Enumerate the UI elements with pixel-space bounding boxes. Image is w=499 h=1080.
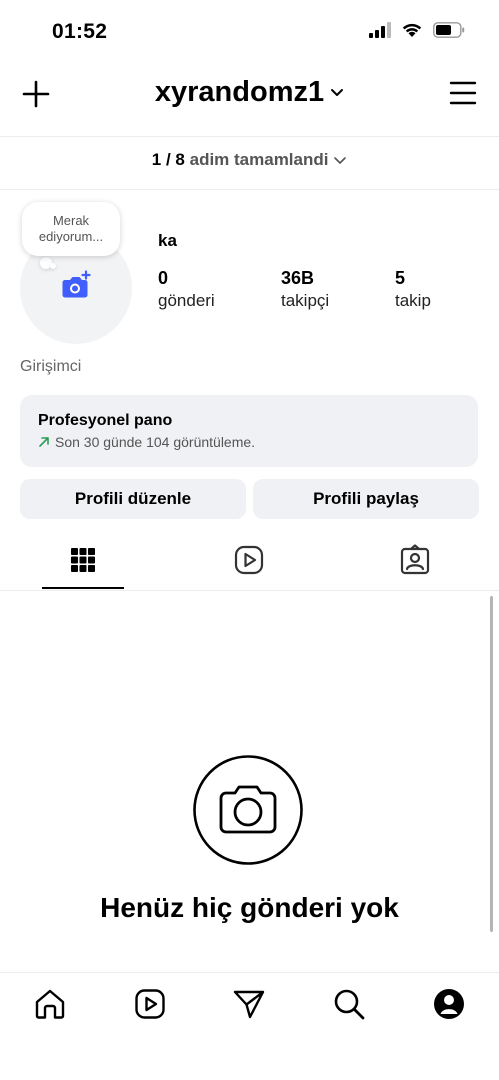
camera-icon: [193, 755, 303, 865]
dashboard-subtitle: Son 30 günde 104 görüntüleme.: [55, 434, 256, 450]
note-line-2: ediyorum...: [38, 229, 104, 244]
stat-followers-label: takipçi: [281, 291, 330, 310]
trend-up-arrow-icon: [39, 437, 49, 447]
chevron-down-icon: [334, 156, 347, 164]
stat-followers-value: 36B: [281, 268, 315, 288]
steps-label: adim tamamlandi: [189, 150, 329, 169]
status-time: 01:52: [52, 20, 108, 43]
note-line-1: Merak: [52, 213, 90, 228]
add-photo-camera-icon[interactable]: [60, 270, 92, 302]
stat-following-value: 5: [395, 268, 406, 288]
stat-posts[interactable]: 0 gönderi: [158, 268, 215, 311]
home-icon[interactable]: [33, 987, 67, 1021]
chevron-down-icon: [331, 89, 344, 97]
wifi-icon: [402, 23, 422, 37]
battery-icon: [433, 22, 465, 38]
search-icon[interactable]: [332, 987, 366, 1021]
edit-profile-button[interactable]: Profili düzenle: [20, 479, 246, 519]
profile-icon[interactable]: [432, 987, 466, 1021]
reels-icon[interactable]: [233, 544, 265, 576]
note-bubble-tail-small: [50, 263, 56, 269]
tab-active-indicator: [42, 587, 124, 589]
profile-category: Girişimci: [20, 358, 82, 375]
tabs-divider: [0, 590, 499, 591]
stat-followers[interactable]: 36B takipçi: [281, 268, 329, 311]
signal-icon: [369, 22, 391, 38]
bottom-nav-divider: [0, 972, 499, 973]
menu-icon[interactable]: [449, 80, 477, 106]
dashboard-subtitle-row: Son 30 günde 104 görüntüleme.: [38, 434, 255, 450]
stat-posts-label: gönderi: [158, 291, 215, 310]
progress-divider: [0, 189, 499, 190]
note-bubble[interactable]: Merak ediyorum...: [22, 202, 120, 256]
status-icons: [369, 22, 465, 38]
stat-following-label: takip: [395, 291, 431, 310]
profile-name: ka: [158, 231, 177, 250]
scrollbar[interactable]: [490, 596, 493, 932]
professional-dashboard[interactable]: Profesyonel pano Son 30 günde 104 görünt…: [20, 395, 478, 467]
username: xyrandomz1: [154, 76, 325, 108]
stat-following[interactable]: 5 takip: [395, 268, 431, 311]
tagged-icon[interactable]: [399, 544, 431, 576]
empty-state-text: Henüz hiç gönderi yok: [100, 892, 399, 923]
stat-posts-value: 0: [158, 268, 169, 288]
send-icon[interactable]: [232, 987, 266, 1021]
grid-icon[interactable]: [67, 544, 99, 576]
reels-icon[interactable]: [133, 987, 167, 1021]
steps-count: 1 / 8: [151, 150, 185, 169]
header-divider: [0, 136, 499, 137]
username-switcher[interactable]: xyrandomz1: [0, 76, 499, 109]
share-profile-button[interactable]: Profili paylaş: [253, 479, 479, 519]
dashboard-title: Profesyonel pano: [38, 412, 173, 429]
profile-steps-progress[interactable]: 1 / 8 adim tamamlandi: [0, 150, 499, 170]
